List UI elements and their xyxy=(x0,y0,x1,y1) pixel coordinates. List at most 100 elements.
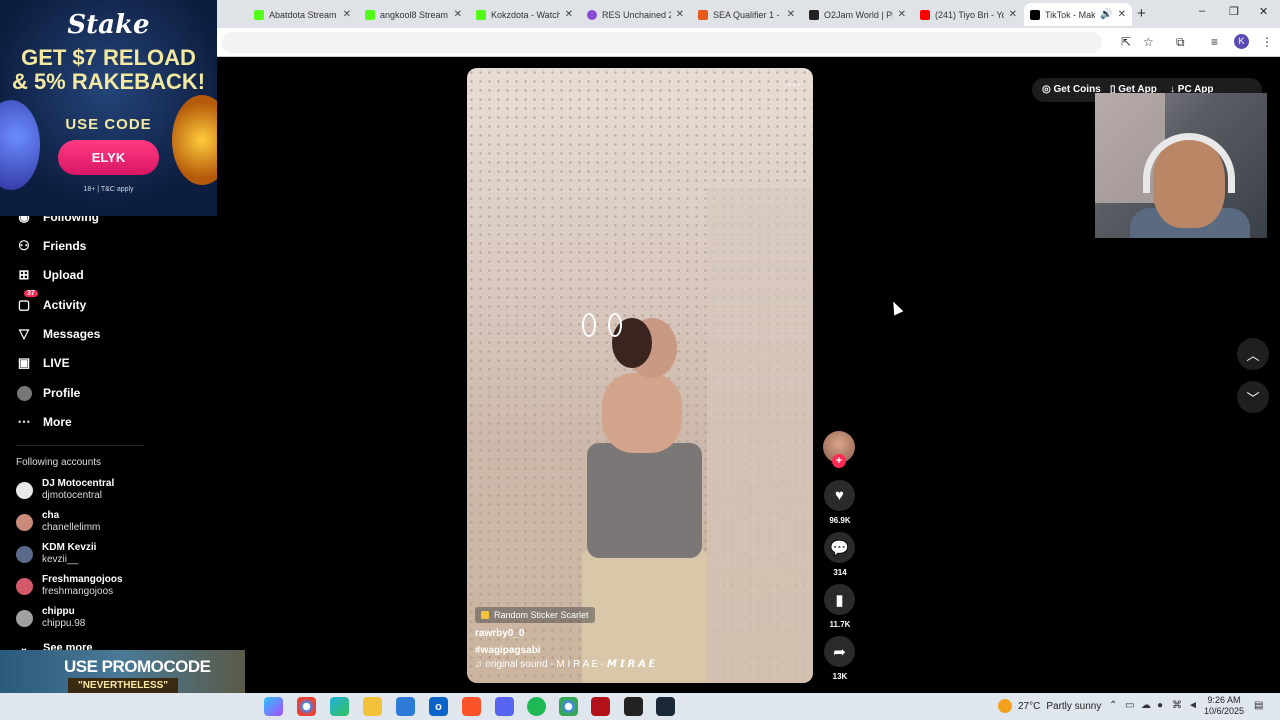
browser-tab[interactable]: Kokzdota - Watch ✕ xyxy=(470,3,579,26)
chrome-icon[interactable] xyxy=(297,697,316,716)
browser-tab[interactable]: angkool8 Stream ✕ xyxy=(359,3,468,26)
close-tab-icon[interactable]: ✕ xyxy=(1118,9,1126,20)
chrome-profile-icon[interactable] xyxy=(559,697,578,716)
activity-icon: ▢ 37 xyxy=(16,290,38,313)
outlook-icon[interactable]: o xyxy=(429,697,448,716)
menu-icon[interactable]: ⋮ xyxy=(1261,35,1273,49)
sidebar-item-live[interactable]: ▣ LIVE xyxy=(16,355,70,371)
bookmark-star-icon[interactable]: ☆ xyxy=(1143,35,1154,49)
ad-promo-code: "NEVERTHELESS" xyxy=(68,678,178,693)
obs-icon[interactable] xyxy=(624,697,643,716)
close-tab-icon[interactable]: ✕ xyxy=(454,9,462,20)
close-tab-icon[interactable]: ✕ xyxy=(1009,9,1017,20)
install-icon[interactable]: ⇱ xyxy=(1121,35,1131,49)
promo-code-button[interactable]: ELYK xyxy=(58,140,159,175)
figure-shirt xyxy=(587,443,702,558)
video-player[interactable]: ⋯ Random Sticker Scarlet rawrby0_0 #wagi… xyxy=(467,68,813,683)
youtube-icon xyxy=(920,9,930,20)
kick-icon xyxy=(254,9,264,20)
share-button[interactable]: ➦ xyxy=(824,636,855,667)
minimize-button[interactable]: – xyxy=(1199,5,1205,17)
following-account[interactable]: Freshmangojoos freshmangojoos xyxy=(16,574,123,598)
comment-button[interactable]: 💬 xyxy=(824,532,855,563)
browser-tab[interactable]: (241) Tiyo Bri - Yo ✕ xyxy=(914,3,1023,26)
weather-desc: Partly sunny xyxy=(1046,700,1102,712)
bunny-ears-filter xyxy=(582,313,632,343)
weather-widget[interactable]: 27°C Partly sunny xyxy=(998,699,1101,713)
notifications-icon[interactable]: ▤ xyxy=(1254,700,1263,711)
tray-app-icon[interactable]: ▭ xyxy=(1125,700,1134,711)
volume-icon[interactable]: ◄ xyxy=(1188,700,1198,711)
like-button[interactable]: ♥ xyxy=(824,480,855,511)
spotify-icon[interactable] xyxy=(527,697,546,716)
new-tab-button[interactable]: + xyxy=(1137,5,1146,22)
sidebar-item-label: More xyxy=(43,415,72,429)
speaker-icon[interactable]: 🔊 xyxy=(1100,9,1112,20)
comment-count: 314 xyxy=(833,568,847,577)
steam-icon[interactable] xyxy=(656,697,675,716)
following-account[interactable]: cha chanellelimm xyxy=(16,510,100,534)
save-button[interactable]: ▮ xyxy=(824,584,855,615)
store-icon[interactable] xyxy=(396,697,415,716)
sidebar-item-friends[interactable]: ⚇ Friends xyxy=(16,238,86,254)
next-video-button[interactable]: ﹀ xyxy=(1237,381,1269,413)
screen: ✕ Abatdota Stream ✕ angkool8 Stream ✕ Ko… xyxy=(0,0,1280,720)
browser-tab[interactable]: RES Unchained 2 ✕ xyxy=(581,3,690,26)
sidebar-item-messages[interactable]: ▽ Messages xyxy=(16,326,100,342)
brave-icon[interactable] xyxy=(462,697,481,716)
microphone-icon[interactable]: ● xyxy=(1157,700,1163,711)
sidebar-item-upload[interactable]: ⊞ Upload xyxy=(16,267,84,283)
close-tab-icon[interactable]: ✕ xyxy=(343,9,351,20)
bookmark-icon: ▮ xyxy=(835,591,844,609)
follow-button[interactable]: + xyxy=(832,454,846,468)
following-account[interactable]: DJ Motocentral djmotocentral xyxy=(16,478,114,502)
video-hashtag[interactable]: #wagipagsabi xyxy=(475,645,541,656)
get-coins-label: Get Coins xyxy=(1053,84,1101,95)
browser-tab[interactable]: SEA Qualifier 1 - F ✕ xyxy=(692,3,801,26)
close-tab-icon[interactable]: ✕ xyxy=(676,9,684,20)
browser-tab-active[interactable]: TikTok - Make 🔊 ✕ xyxy=(1024,3,1132,26)
promocode-ad-banner[interactable]: USE PROMOCODE "NEVERTHELESS" xyxy=(0,650,245,693)
system-clock[interactable]: 9:26 AM 10/6/2025 xyxy=(1202,695,1246,717)
media-control-icon[interactable]: ≡ xyxy=(1211,35,1218,49)
stake-ad-banner[interactable]: Stake GET $7 RELOAD & 5% RAKEBACK! USE C… xyxy=(0,0,217,216)
browser-tab[interactable]: O2Jam World | Pl ✕ xyxy=(803,3,912,26)
close-tab-icon[interactable]: ✕ xyxy=(565,9,573,20)
following-account[interactable]: chippu chippu.98 xyxy=(16,606,85,630)
restore-button[interactable]: ❐ xyxy=(1229,5,1239,18)
address-bar[interactable] xyxy=(222,32,1102,53)
ad-promo-title: USE PROMOCODE xyxy=(64,657,211,676)
extensions-icon[interactable]: ⧉ xyxy=(1176,35,1185,50)
following-account[interactable]: KDM Kevzii kevzii__ xyxy=(16,542,96,566)
profile-avatar[interactable]: K xyxy=(1234,34,1249,49)
more-options-icon[interactable]: ⋯ xyxy=(787,76,801,93)
clock-date: 10/6/2025 xyxy=(1203,706,1245,716)
account-name: KDM Kevzii xyxy=(42,542,97,553)
weather-temp: 27°C xyxy=(1018,700,1041,712)
effect-sticker-tag[interactable]: Random Sticker Scarlet xyxy=(475,607,595,623)
previous-video-button[interactable]: ︿ xyxy=(1237,338,1269,370)
video-author[interactable]: rawrby0_0 xyxy=(475,628,524,639)
close-tab-icon[interactable]: ✕ xyxy=(898,9,906,20)
file-explorer-icon[interactable] xyxy=(363,697,382,716)
upload-icon: ⊞ xyxy=(18,267,30,282)
account-handle: kevzii__ xyxy=(42,554,79,565)
sidebar-item-profile[interactable]: Profile xyxy=(16,385,80,401)
partly-sunny-icon xyxy=(998,699,1012,713)
browser-tab[interactable]: Abatdota Stream ✕ xyxy=(248,3,357,26)
close-window-button[interactable]: ✕ xyxy=(1259,5,1268,18)
network-icon[interactable]: ⌘ xyxy=(1172,700,1182,711)
close-tab-icon[interactable]: ✕ xyxy=(787,9,795,20)
discord-icon[interactable] xyxy=(495,697,514,716)
copilot-icon[interactable] xyxy=(264,697,283,716)
video-sound[interactable]: ♫ original sound - M I R A E - 𝙈 𝙄 𝙍 𝘼 𝙀 xyxy=(475,659,655,670)
get-coins-button[interactable]: ◎ Get Coins xyxy=(1042,84,1101,95)
ad-headline-line: GET $7 RELOAD xyxy=(21,45,196,70)
chevron-up-icon[interactable]: ⌃ xyxy=(1109,700,1117,711)
sidebar-item-more[interactable]: ⋯ More xyxy=(16,414,72,430)
game-app-icon[interactable] xyxy=(591,697,610,716)
sidebar-item-activity[interactable]: ▢ 37 Activity xyxy=(16,290,86,313)
edge-icon[interactable] xyxy=(330,697,349,716)
cloud-icon[interactable]: ☁ xyxy=(1141,700,1151,711)
account-handle: chippu.98 xyxy=(42,618,86,629)
